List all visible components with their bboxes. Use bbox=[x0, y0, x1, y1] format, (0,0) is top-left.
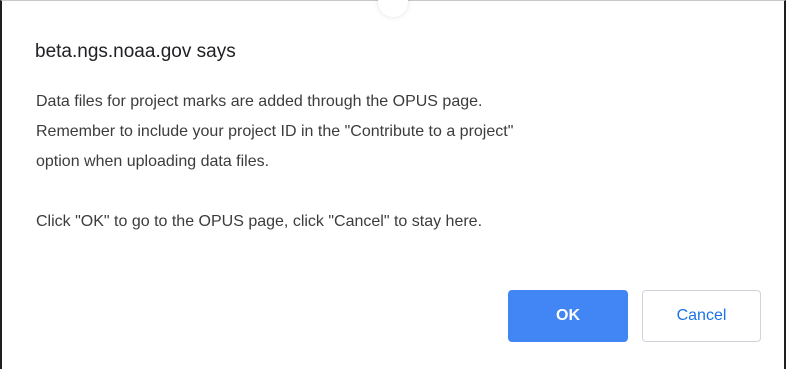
message-line: Data files for project marks are added t… bbox=[36, 93, 483, 110]
cancel-button[interactable]: Cancel bbox=[642, 290, 761, 342]
dialog-title: beta.ngs.noaa.gov says bbox=[35, 41, 236, 62]
dialog-top-notch bbox=[378, 0, 408, 17]
dialog-button-row: OK Cancel bbox=[508, 290, 761, 342]
message-instruction: Click "OK" to go to the OPUS page, click… bbox=[36, 213, 483, 230]
message-line: option when uploading data files. bbox=[36, 153, 270, 170]
message-line: Remember to include your project ID in t… bbox=[36, 123, 514, 140]
dialog-message: Data files for project marks are added t… bbox=[36, 87, 756, 237]
message-spacer bbox=[36, 177, 756, 207]
ok-button[interactable]: OK bbox=[508, 290, 628, 342]
alert-dialog: beta.ngs.noaa.gov says Data files for pr… bbox=[0, 0, 786, 369]
